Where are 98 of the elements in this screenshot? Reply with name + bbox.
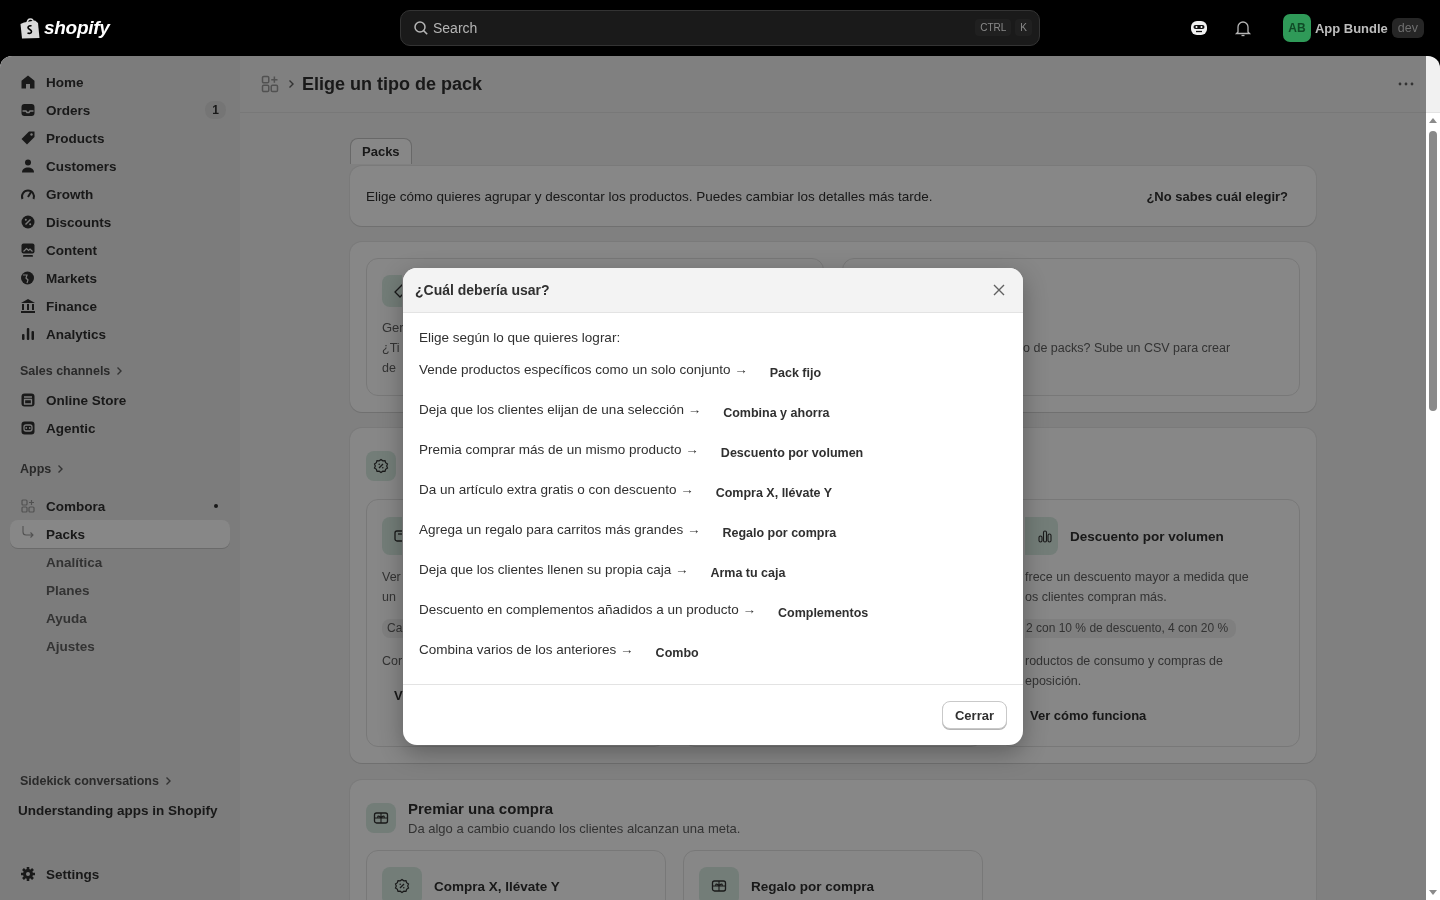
card-text: roductos de consumo y compras de [1024, 653, 1224, 670]
option-name: Descuento por volumen [720, 445, 864, 462]
option-description: Premia comprar más de un mismo producto → [419, 441, 699, 459]
scrollbar[interactable] [1426, 113, 1440, 900]
globe-icon [20, 270, 36, 286]
nav-item[interactable]: Ayuda [10, 604, 230, 632]
discount-badge-icon [394, 878, 410, 894]
option-name: Regalo por compra [722, 525, 837, 542]
shopping-bag-icon [20, 17, 40, 39]
bar-chart-icon [1037, 528, 1053, 544]
option-name: Arma tu caja [710, 565, 786, 582]
gift-card-icon [711, 878, 727, 894]
close-button[interactable]: Cerrar [941, 701, 1007, 729]
image-icon [20, 242, 36, 258]
nav-item[interactable]: Products [10, 124, 230, 152]
option-description: Vende productos específicos como un solo conjunto → [419, 361, 748, 379]
section-link[interactable]: Sales channels [10, 360, 230, 382]
shortcut-key: CTRL [975, 19, 1012, 36]
option-name: Combina y ahorra [723, 405, 830, 422]
nav-item[interactable]: Online Store [10, 386, 230, 414]
intro-text: Elige cómo quieres agrupar y descontar los productos. Puedes cambiar los detalles más tarde. [366, 188, 933, 204]
card-text: Cor [382, 653, 403, 670]
card-link[interactable]: Ver cómo funciona [1025, 706, 1159, 726]
option-description: Da un artículo extra gratis o con descuento → [419, 481, 694, 499]
person-icon [20, 158, 36, 174]
store-name[interactable]: App Bundle [1314, 20, 1388, 36]
tag-icon [393, 283, 402, 299]
card-text: Ger [382, 319, 404, 337]
option-description: Descuento en complementos añadidos a un producto → [419, 601, 756, 619]
home-icon [20, 74, 36, 90]
gift-card-icon [373, 810, 389, 826]
nav-item[interactable]: Discounts [10, 208, 230, 236]
store-avatar[interactable]: AB [1282, 14, 1311, 42]
logo-wordmark: shopify [44, 17, 110, 39]
nav-item[interactable]: Growth [10, 180, 230, 208]
bar-chart-icon [20, 326, 36, 342]
option-description: Deja que los clientes elijan de una selección → [419, 401, 702, 419]
dialog-title: ¿Cuál debería usar? [415, 282, 550, 298]
nav-item[interactable]: Settings [10, 860, 230, 888]
tab[interactable]: Packs [350, 138, 412, 164]
nav-item[interactable]: Content [10, 236, 230, 264]
settings-icon [20, 866, 36, 882]
section-link[interactable]: Sidekick conversations [10, 770, 230, 792]
nav-item[interactable]: Markets [10, 264, 230, 292]
section-title: Premiar una compra [408, 800, 555, 817]
option-description: Deja que los clientes llenen su propia caja → [419, 561, 689, 579]
card-text: o de packs? Sube un CSV para crear [1022, 340, 1231, 357]
nav-item[interactable]: Orders [10, 96, 206, 124]
section-subtitle: Da algo a cambio cuando los clientes alcanzan una meta. [408, 821, 741, 836]
store-icon [20, 392, 36, 408]
option-name: Compra X, llévate Y [715, 485, 833, 502]
app-grid-icon [20, 498, 36, 514]
count-badge: 1 [205, 101, 226, 119]
nav-item[interactable]: Analítica [10, 548, 230, 576]
assistant-icon[interactable] [1188, 18, 1209, 38]
option-description: Combina varios de los anteriores → [419, 641, 634, 659]
search-icon [413, 20, 429, 36]
help-link[interactable]: ¿No sabes cuál elegir? [1146, 188, 1288, 204]
indicator-dot [214, 504, 218, 508]
nav-item[interactable]: Packs [10, 520, 230, 548]
card-text: eposición. [1024, 673, 1082, 690]
nav-item[interactable]: Customers [10, 152, 230, 180]
card-text: un [382, 589, 396, 606]
page-title: Elige un tipo de pack [302, 73, 483, 95]
option-name: Combo [655, 645, 699, 662]
nav-item[interactable]: Ajustes [10, 632, 230, 660]
nav-item[interactable]: Home [10, 68, 230, 96]
card-title: Compra X, llévate Y [434, 878, 560, 894]
close-icon [991, 282, 1007, 298]
example-tag: 2 con 10 % de descuento, 4 con 20 % [1025, 619, 1237, 638]
tag-icon [20, 130, 36, 146]
option-name: Complementos [777, 605, 869, 622]
environment-badge: dev [1391, 18, 1424, 38]
option-description: Agrega un regalo para carritos más grandes → [419, 521, 701, 539]
box-icon [393, 528, 402, 544]
card-text: de [382, 360, 396, 377]
conversation-link[interactable]: Understanding apps in Shopify [10, 796, 230, 824]
shortcut-key: K [1015, 19, 1032, 36]
card-title: Descuento por volumen [1070, 528, 1224, 544]
nav-item[interactable]: Combora [10, 492, 214, 520]
chevron-right-icon [286, 79, 296, 89]
card-text: Ver [382, 569, 401, 586]
nav-item[interactable]: Agentic [10, 414, 230, 442]
card-text: os clientes compran más. [1024, 589, 1167, 606]
inbox-icon [20, 102, 36, 118]
option-name: Pack fijo [769, 365, 822, 382]
robot-icon [20, 420, 36, 436]
discount-badge-icon [373, 458, 389, 474]
dialog-text: Elige según lo que quieres lograr: [419, 329, 622, 347]
card-text: ¿Ti [382, 340, 400, 357]
section-link[interactable]: Apps [10, 458, 230, 480]
card-title: Regalo por compra [751, 878, 875, 894]
nav-item[interactable]: Planes [10, 576, 230, 604]
card-text: frece un descuento mayor a medida que [1024, 569, 1249, 586]
nav-item[interactable]: Finance [10, 292, 230, 320]
bank-icon [20, 298, 36, 314]
nav-item[interactable]: Analytics [10, 320, 230, 348]
discount-icon [20, 214, 36, 230]
